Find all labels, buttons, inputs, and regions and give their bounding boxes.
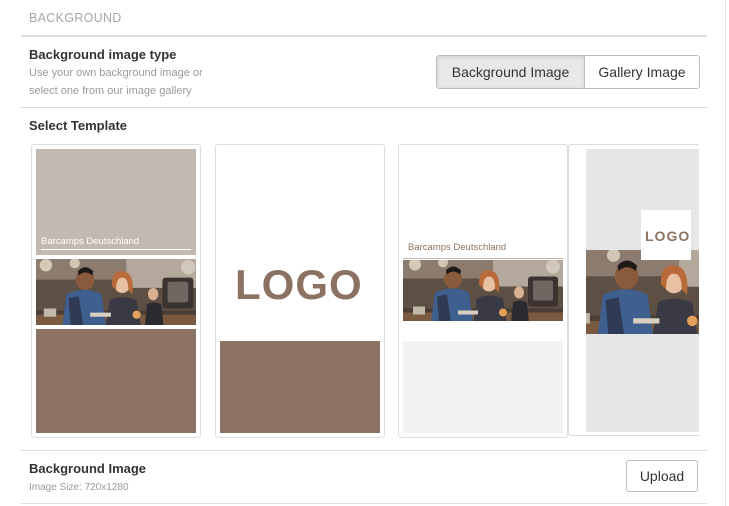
template-card-3[interactable]: Barcamps Deutschland (398, 144, 568, 438)
divider (21, 450, 707, 451)
background-image-label: Background Image (29, 461, 147, 476)
section-title: BACKGROUND (29, 11, 122, 25)
caption-underline (403, 258, 563, 259)
template-footer-block (403, 341, 563, 433)
template-card-1[interactable]: Barcamps Deutschland (31, 144, 201, 438)
template-logo: LOGO (235, 261, 363, 308)
background-image-option[interactable]: Background Image (437, 56, 584, 88)
cafe-photo (586, 250, 699, 334)
gallery-image-option[interactable]: Gallery Image (585, 56, 699, 88)
select-template-label: Select Template (29, 118, 128, 133)
template-card-4[interactable]: LOGO (568, 144, 699, 436)
divider (21, 503, 707, 504)
template-caption: Barcamps Deutschland (41, 236, 140, 247)
image-size-help: Image Size: 720x1280 (29, 482, 129, 493)
image-type-label: Background image type (29, 47, 177, 62)
divider (21, 35, 707, 37)
panel-border (725, 0, 726, 506)
template-card-2[interactable]: LOGO (215, 144, 385, 438)
template-logo: LOGO (645, 228, 691, 244)
template-footer-block (36, 329, 196, 433)
template-footer-block (220, 341, 380, 433)
image-type-toggle: Background Image Gallery Image (436, 55, 700, 89)
divider (21, 107, 707, 108)
upload-button[interactable]: Upload (626, 460, 698, 492)
cafe-photo (403, 260, 563, 321)
image-type-help: Use your own background image or select … (29, 67, 203, 97)
caption-underline (41, 249, 191, 250)
template-caption: Barcamps Deutschland (408, 242, 507, 253)
cafe-photo (36, 259, 196, 325)
